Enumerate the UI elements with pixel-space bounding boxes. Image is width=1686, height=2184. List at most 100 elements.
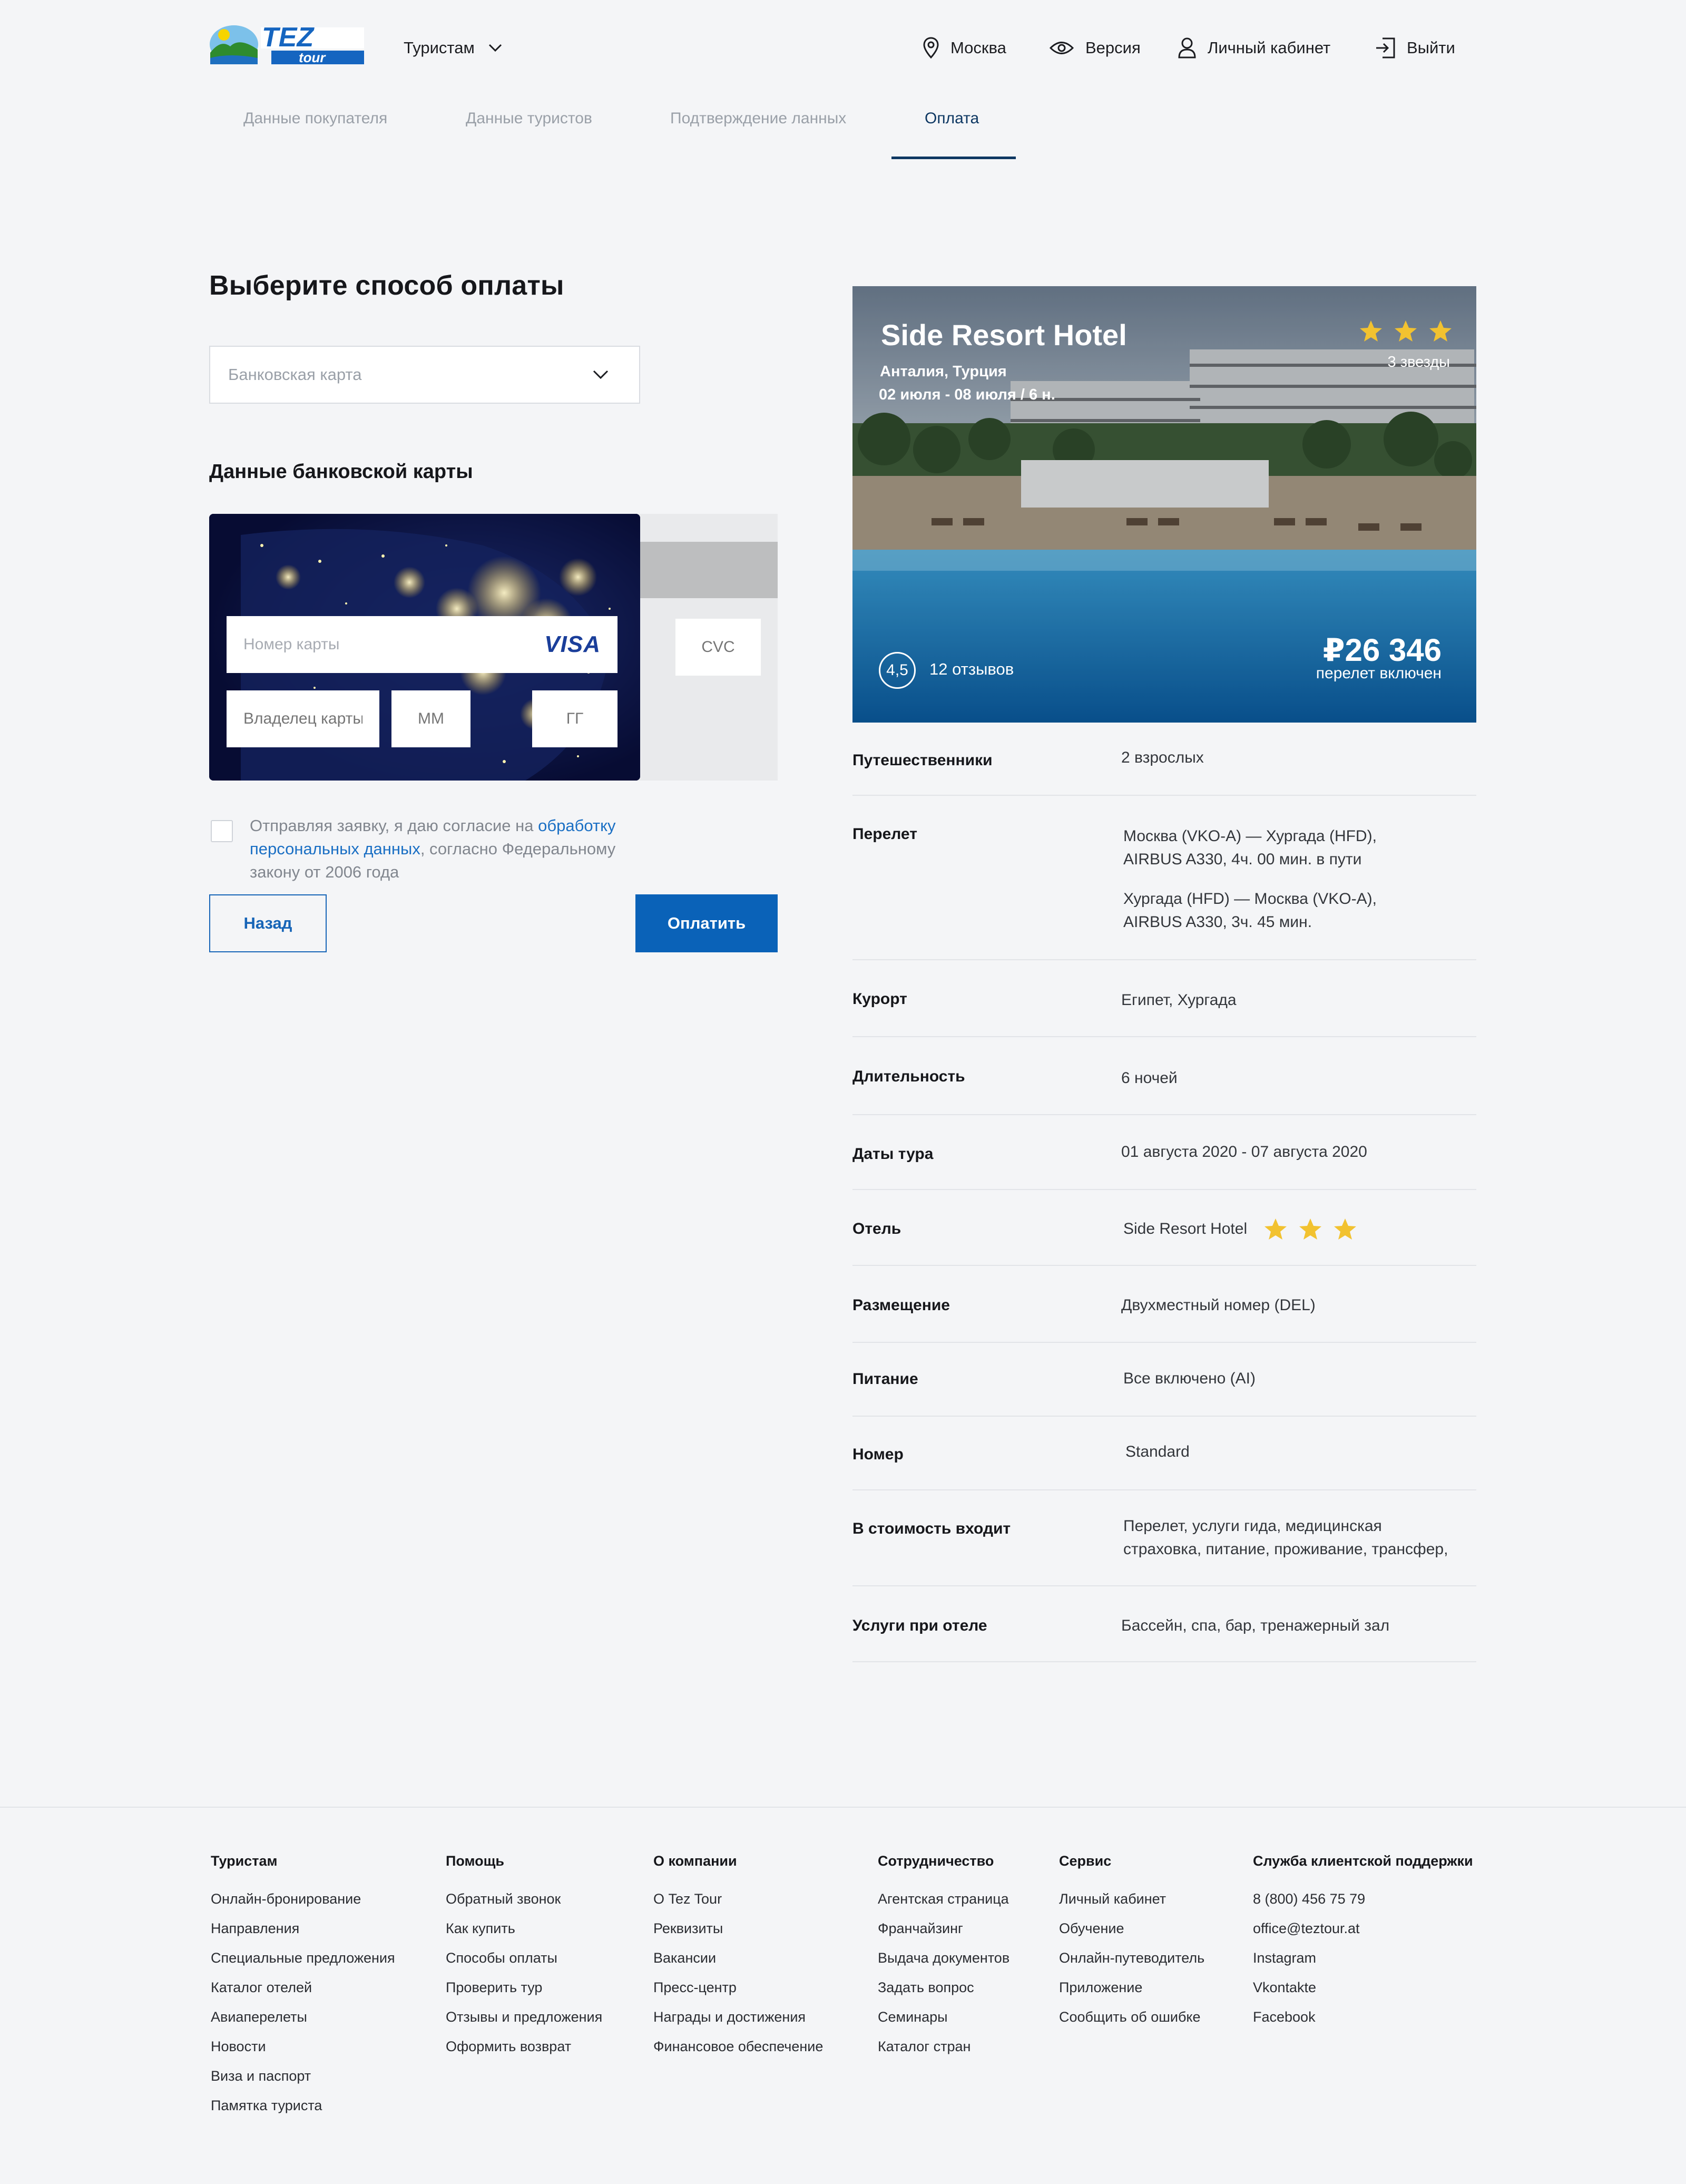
flight-return: Хургада (HFD) — Москва (VKO-A), AIRBUS A… (1123, 888, 1377, 934)
account-label: Личный кабинет (1208, 38, 1331, 57)
support-phone[interactable]: 8 (800) 456 75 79 (1253, 1890, 1365, 1919)
footer-partners-title: Сотрудничество (878, 1853, 994, 1869)
card-magnetic-stripe (627, 542, 778, 598)
card-number-input[interactable]: Номер карты VISA (227, 616, 617, 673)
payment-title: Выберите способ оплаты (209, 270, 564, 301)
divider (852, 1489, 1476, 1490)
footer-help-list: Обратный звонок Как купить Способы оплат… (446, 1890, 602, 2067)
logout-link[interactable]: Выйти (1375, 35, 1455, 61)
resort-value: Египет, Хургада (1121, 991, 1237, 1009)
chevron-down-icon (488, 44, 502, 52)
star-icon (1264, 1218, 1287, 1240)
divider (852, 1114, 1476, 1115)
footer-link[interactable]: Награды и достижения (653, 2008, 823, 2037)
included-value-line-2: страховка, питание, проживание, трансфер… (1123, 1540, 1448, 1558)
tour-price: ₽26 346 (1322, 632, 1442, 668)
location-pin-icon (923, 37, 939, 59)
footer-link[interactable]: Франчайзинг (878, 1919, 1009, 1949)
divider (852, 1585, 1476, 1586)
footer-link[interactable]: Агентская страница (878, 1890, 1009, 1919)
duration-value: 6 ночей (1121, 1069, 1178, 1087)
divider (852, 1265, 1476, 1266)
step-tourists-data[interactable]: Данные туристов (466, 110, 592, 128)
expiry-year-input[interactable] (532, 690, 617, 747)
flight-return-route: Хургада (HFD) — Москва (VKO-A), (1123, 890, 1377, 908)
instagram-link[interactable]: Instagram (1253, 1949, 1365, 1978)
version-label: Версия (1085, 38, 1141, 57)
footer-link[interactable]: Виза и паспорт (211, 2067, 395, 2097)
hotel-name: Side Resort Hotel (881, 318, 1127, 352)
footer-link[interactable]: Каталог стран (878, 2037, 1009, 2067)
payment-method-select[interactable]: Банковская карта (209, 346, 640, 404)
footer-link[interactable]: Выдача документов (878, 1949, 1009, 1978)
star-icon (1360, 320, 1382, 342)
footer-link[interactable]: Обучение (1059, 1919, 1204, 1949)
footer-link[interactable]: Проверить тур (446, 1978, 602, 2008)
footer-link[interactable]: Специальные предложения (211, 1949, 395, 1978)
step-payment[interactable]: Оплата (925, 110, 979, 128)
footer-link[interactable]: Направления (211, 1919, 395, 1949)
account-link[interactable]: Личный кабинет (1178, 35, 1330, 61)
star-icon (1299, 1218, 1322, 1240)
support-email[interactable]: office@teztour.at (1253, 1919, 1365, 1949)
payment-method-value: Банковская карта (228, 365, 362, 384)
flight-outbound: Москва (VKO-A) — Хургада (HFD), AIRBUS A… (1123, 825, 1377, 871)
facebook-link[interactable]: Facebook (1253, 2008, 1365, 2037)
footer-link[interactable]: Способы оплаты (446, 1949, 602, 1978)
footer-link[interactable]: Памятка туриста (211, 2097, 395, 2126)
footer-link[interactable]: Задать вопрос (878, 1978, 1009, 2008)
divider (852, 1189, 1476, 1190)
footer-link[interactable]: Онлайн-бронирование (211, 1890, 395, 1919)
footer-link[interactable]: Авиаперелеты (211, 2008, 395, 2037)
hotel-card[interactable]: Side Resort Hotel Анталия, Турция 02 июл… (852, 286, 1476, 723)
room-value: Standard (1125, 1443, 1190, 1460)
footer-link[interactable]: Личный кабинет (1059, 1890, 1204, 1919)
footer-company-list: О Tez Tour Реквизиты Вакансии Пресс-цент… (653, 1890, 823, 2067)
footer-service-title: Сервис (1059, 1853, 1112, 1869)
travelers-label: Путешественники (852, 752, 993, 769)
footer-link[interactable]: Каталог отелей (211, 1978, 395, 2008)
logout-icon (1376, 37, 1395, 58)
footer-link[interactable]: Обратный звонок (446, 1890, 602, 1919)
chevron-down-icon (593, 370, 609, 379)
footer-link[interactable]: Приложение (1059, 1978, 1204, 2008)
divider (852, 1416, 1476, 1417)
footer-link[interactable]: Оформить возврат (446, 2037, 602, 2067)
expiry-month-input[interactable] (391, 690, 470, 747)
footer-link[interactable]: Пресс-центр (653, 1978, 823, 2008)
footer-link[interactable]: Семинары (878, 2008, 1009, 2037)
tourists-menu-dropdown[interactable]: Туристам (404, 35, 502, 61)
card-section-title: Данные банковской карты (209, 461, 473, 483)
footer-link[interactable]: Реквизиты (653, 1919, 823, 1949)
card-holder-input[interactable] (227, 690, 379, 747)
footer-link[interactable]: Отзывы и предложения (446, 2008, 602, 2037)
version-toggle[interactable]: Версия (1050, 35, 1141, 61)
city-selector[interactable]: Москва (923, 35, 1006, 61)
step-buyer-data[interactable]: Данные покупателя (243, 110, 387, 128)
footer-link[interactable]: Онлайн-путеводитель (1059, 1949, 1204, 1978)
footer-support-title: Служба клиентской поддержки (1253, 1853, 1473, 1869)
footer-link[interactable]: О Tez Tour (653, 1890, 823, 1919)
room-label: Номер (852, 1446, 904, 1463)
divider (852, 959, 1476, 960)
footer-link[interactable]: Новости (211, 2037, 395, 2067)
tour-dates-value: 01 августа 2020 - 07 августа 2020 (1121, 1143, 1367, 1161)
step-confirmation[interactable]: Подтверждение ланных (670, 110, 846, 128)
footer-link[interactable]: Сообщить об ошибке (1059, 2008, 1204, 2037)
vkontakte-link[interactable]: Vkontakte (1253, 1978, 1365, 2008)
footer-link[interactable]: Вакансии (653, 1949, 823, 1978)
consent-checkbox[interactable] (211, 820, 233, 842)
logo-graphic: TEZ tour (210, 22, 364, 65)
hotel-value: Side Resort Hotel (1123, 1220, 1248, 1237)
included-value-line-1: Перелет, услуги гида, медицинская (1123, 1517, 1382, 1535)
footer-link[interactable]: Финансовое обеспечение (653, 2037, 823, 2067)
divider (852, 795, 1476, 796)
cvc-input[interactable] (675, 619, 761, 676)
tez-tour-logo[interactable]: TEZ tour (209, 22, 367, 65)
pay-button[interactable]: Оплатить (635, 894, 778, 952)
reviews-link[interactable]: 12 отзывов (929, 660, 1014, 679)
hotel-value-stars (1264, 1218, 1357, 1240)
footer-help-title: Помощь (446, 1853, 505, 1869)
footer-link[interactable]: Как купить (446, 1919, 602, 1949)
back-button[interactable]: Назад (209, 894, 327, 952)
